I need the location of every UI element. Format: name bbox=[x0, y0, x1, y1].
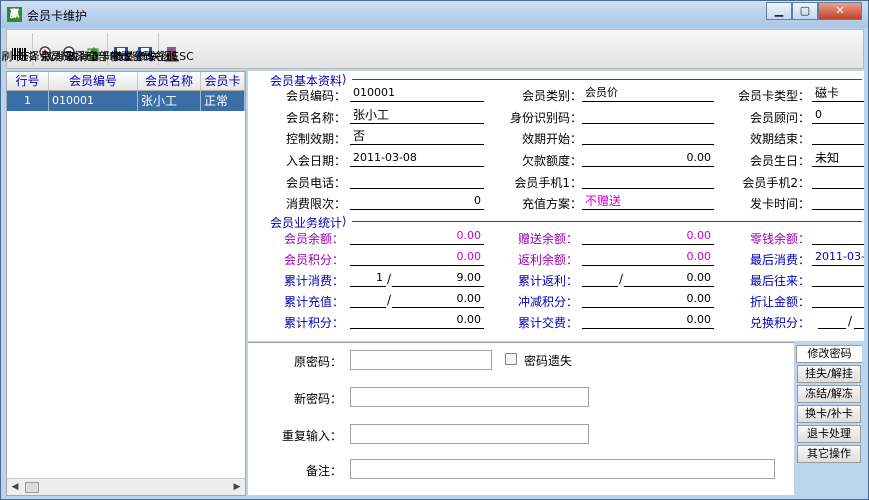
grid-header: 行号 会员编号 会员名称 会员卡 bbox=[7, 72, 245, 91]
app-icon: 贏 bbox=[7, 7, 22, 22]
col-header-card-status[interactable]: 会员卡 bbox=[201, 72, 245, 90]
tab-replace-card[interactable]: 换卡/补卡 bbox=[797, 405, 861, 423]
scroll-thumb[interactable] bbox=[25, 482, 39, 493]
horizontal-scrollbar[interactable]: ◀ ▶ bbox=[7, 478, 245, 495]
cum-payment-value: 0.00 bbox=[582, 311, 714, 329]
password-lost-label: 密码遗失 bbox=[524, 354, 573, 368]
col-header-member-code[interactable]: 会员编号 bbox=[49, 72, 138, 90]
credit-limit-value: 0.00 bbox=[582, 149, 714, 167]
birthday-value: 未知 bbox=[812, 149, 864, 167]
discount-value bbox=[812, 290, 864, 308]
spend-limit-value: 0 bbox=[350, 192, 484, 210]
cum-charge-value: 0.00 bbox=[392, 290, 484, 308]
tab-report-loss[interactable]: 挂失/解挂 bbox=[797, 365, 861, 383]
tab-return-card[interactable]: 退卡处理 bbox=[797, 425, 861, 443]
new-password-input[interactable] bbox=[350, 387, 589, 407]
repeat-password-input[interactable] bbox=[350, 424, 589, 444]
phone-value bbox=[350, 171, 484, 189]
toolbar: 刷卡F2 选择会员F3 取消选择F5 取消全部F6 单卡修改密码 批量修改密码 … bbox=[1, 29, 864, 69]
close-window-button[interactable]: ✕ bbox=[818, 2, 862, 20]
validity-start-value bbox=[582, 127, 714, 145]
card-type-value: 磁卡 bbox=[812, 84, 864, 102]
exchange-points-value bbox=[854, 311, 864, 329]
window-title: 会员卡维护 bbox=[27, 9, 88, 23]
recharge-plan-value: 不赠送 bbox=[582, 192, 714, 210]
operation-tabs: 修改密码 挂失/解挂 冻结/解冻 换卡/补卡 退卡处理 其它操作 bbox=[794, 342, 864, 495]
tab-freeze[interactable]: 冻结/解冻 bbox=[797, 385, 861, 403]
cum-points-value: 0.00 bbox=[350, 311, 484, 329]
col-header-member-name[interactable]: 会员名称 bbox=[138, 72, 201, 90]
col-header-row-no[interactable]: 行号 bbox=[7, 72, 49, 90]
control-validity-value: 否 bbox=[350, 127, 484, 145]
note-input[interactable] bbox=[350, 459, 775, 479]
main-window: 贏 会员卡维护 ▁ ▢ ✕ 刷卡F2 选择会员F3 取消选择F5 取消全部F6 … bbox=[0, 0, 869, 500]
tab-other-operations[interactable]: 其它操作 bbox=[797, 445, 861, 463]
password-panel: 原密码： 密码遗失 新密码： 重复输入： 备注： bbox=[248, 342, 794, 495]
balance-value: 0.00 bbox=[350, 227, 484, 245]
last-spend-value: 2011-03- bbox=[812, 248, 864, 266]
minimize-button[interactable]: ▁ bbox=[766, 2, 792, 20]
table-row[interactable]: 1 010001 张小工 正常 bbox=[7, 91, 245, 111]
points-value: 0.00 bbox=[350, 248, 484, 266]
issue-time-value bbox=[812, 192, 864, 210]
member-name-value: 张小工 bbox=[350, 106, 484, 124]
title-bar: 贏 会员卡维护 ▁ ▢ ✕ bbox=[1, 1, 868, 28]
offset-points-value: 0.00 bbox=[582, 290, 714, 308]
gift-balance-value: 0.00 bbox=[582, 227, 714, 245]
cum-spend-count-value: 1 bbox=[350, 269, 386, 287]
scroll-left-icon[interactable]: ◀ bbox=[8, 480, 22, 494]
scroll-right-icon[interactable]: ▶ bbox=[230, 480, 244, 494]
member-list-grid: 行号 会员编号 会员名称 会员卡 1 010001 张小工 正常 ◀ ▶ bbox=[6, 71, 246, 496]
rebate-balance-value: 0.00 bbox=[582, 248, 714, 266]
validity-end-value bbox=[812, 127, 864, 145]
cum-rebate-value: 0.00 bbox=[624, 269, 714, 287]
business-stats-title: 会员业务统计 bbox=[270, 216, 343, 230]
mobile1-value bbox=[582, 171, 714, 189]
cum-spend-amount-value: 9.00 bbox=[392, 269, 484, 287]
member-category-value: 会员价 bbox=[582, 84, 714, 102]
join-date-value: 2011-03-08 bbox=[350, 149, 484, 167]
mobile2-value bbox=[812, 171, 864, 189]
maximize-button[interactable]: ▢ bbox=[792, 2, 818, 20]
member-detail-panel: 会员基本资料 ⟩ 会员编码： 010001 会员类别： 会员价 会员卡类型： 磁… bbox=[248, 71, 864, 341]
last-deal-value bbox=[812, 269, 864, 287]
change-balance-value bbox=[812, 227, 864, 245]
id-code-value bbox=[582, 106, 714, 124]
old-password-input[interactable] bbox=[350, 350, 492, 370]
close-esc-button[interactable]: 关闭ESC bbox=[150, 30, 194, 68]
tab-change-password[interactable]: 修改密码 bbox=[796, 345, 862, 363]
password-lost-checkbox[interactable] bbox=[505, 353, 517, 365]
member-code-value: 010001 bbox=[350, 84, 484, 102]
advisor-value: 0 bbox=[812, 106, 864, 124]
